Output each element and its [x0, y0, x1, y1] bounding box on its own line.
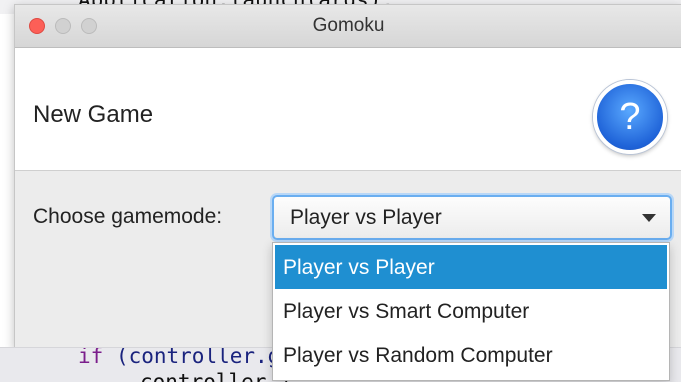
option-label: Player vs Smart Computer	[283, 300, 530, 323]
dropdown-option-player-vs-player[interactable]: Player vs Player	[275, 245, 667, 289]
code-line: controller.j	[140, 370, 292, 382]
dialog-header-title: New Game	[33, 101, 154, 128]
question-mark-icon: ?	[619, 96, 641, 138]
code-text: (controller.g	[115, 347, 281, 368]
gamemode-select[interactable]: Player vs Player	[272, 195, 672, 240]
title-bar: Gomoku	[15, 5, 681, 48]
gamemode-label: Choose gamemode:	[33, 205, 223, 228]
help-button[interactable]: ?	[593, 80, 667, 154]
chevron-down-icon	[642, 214, 656, 222]
option-label: Player vs Player	[283, 256, 435, 279]
gamemode-dropdown-list: Player vs Player Player vs Smart Compute…	[272, 242, 670, 381]
dropdown-option-player-vs-random-computer[interactable]: Player vs Random Computer	[275, 333, 667, 377]
window-title: Gomoku	[312, 15, 385, 36]
option-label: Player vs Random Computer	[283, 344, 553, 367]
gamemode-selected-value: Player vs Player	[290, 206, 442, 229]
code-line: if (controller.g	[78, 347, 281, 368]
code-keyword: if	[78, 347, 104, 368]
dropdown-option-player-vs-smart-computer[interactable]: Player vs Smart Computer	[275, 289, 667, 333]
dialog-header: New Game ?	[15, 48, 681, 171]
